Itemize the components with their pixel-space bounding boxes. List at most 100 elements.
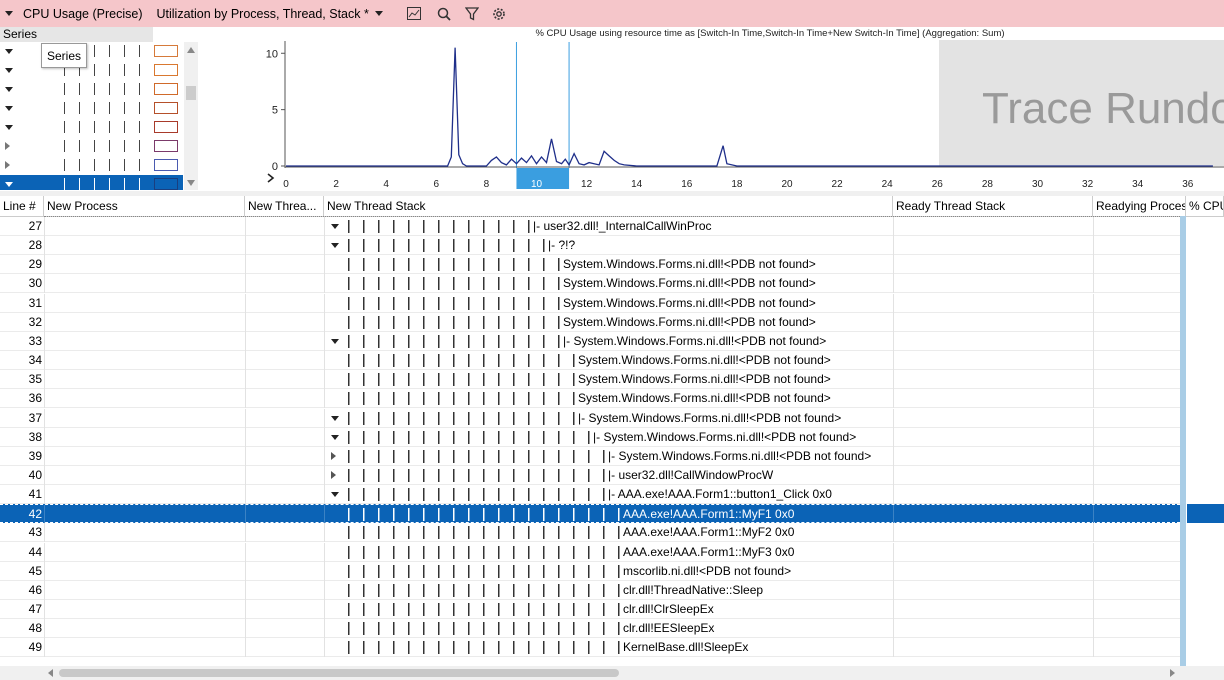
scroll-thumb[interactable] xyxy=(186,86,196,100)
series-row[interactable] xyxy=(0,156,183,175)
line-number: 38 xyxy=(28,429,42,444)
collapse-icon[interactable] xyxy=(331,338,339,344)
column-header[interactable]: Readying Proces xyxy=(1093,196,1186,216)
series-color-swatch[interactable] xyxy=(154,121,178,133)
collapse-icon[interactable] xyxy=(331,415,339,421)
collapse-icon[interactable] xyxy=(331,243,339,249)
table-row[interactable]: 49 KernelBase.dll!SleepEx xyxy=(0,638,1180,658)
settings-icon[interactable] xyxy=(490,5,508,23)
table-row[interactable]: 47 clr.dll!ClrSleepEx xyxy=(0,600,1180,619)
table-row[interactable]: 39 |- System.Windows.Forms.ni.dll!<PDB no… xyxy=(0,446,1180,466)
table-row[interactable]: 43 AAA.exe!AAA.Form1::MyF2 0x0 xyxy=(0,523,1180,543)
column-header[interactable]: New Threa... xyxy=(245,196,324,216)
series-row[interactable] xyxy=(0,99,183,118)
table-row[interactable]: 46 clr.dll!ThreadNative::Sleep xyxy=(0,580,1180,600)
column-header[interactable]: % CPU xyxy=(1186,196,1224,216)
expand-icon[interactable] xyxy=(331,470,336,479)
collapse-icon[interactable] xyxy=(5,11,13,16)
series-color-swatch[interactable] xyxy=(154,178,178,190)
filter-icon[interactable] xyxy=(463,5,481,23)
series-header[interactable]: Series xyxy=(0,27,153,42)
expand-down-icon[interactable] xyxy=(5,182,13,187)
column-header[interactable]: Line # xyxy=(0,196,44,216)
column-header[interactable]: New Process xyxy=(44,196,245,216)
series-color-swatch[interactable] xyxy=(154,159,178,171)
table-row[interactable]: 48 clr.dll!EESleepEx xyxy=(0,619,1180,639)
series-color-swatch[interactable] xyxy=(154,83,178,95)
horizontal-scrollbar[interactable] xyxy=(0,666,1224,680)
column-splitter[interactable] xyxy=(1180,216,1186,666)
selection-axis-band[interactable] xyxy=(516,168,570,189)
table-row[interactable]: 44 AAA.exe!AAA.Form1::MyF3 0x0 xyxy=(0,542,1180,562)
x-tick-label: 26 xyxy=(932,179,944,190)
table-row[interactable]: 38 |- System.Windows.Forms.ni.dll!<PDB no… xyxy=(0,427,1180,447)
series-row[interactable] xyxy=(0,80,183,99)
series-color-swatch[interactable] xyxy=(154,45,178,57)
x-tick-label: 16 xyxy=(681,179,693,190)
table-row[interactable]: 28 |- ?!? xyxy=(0,236,1180,256)
expand-down-icon[interactable] xyxy=(5,87,13,92)
scroll-down-icon[interactable] xyxy=(187,180,195,186)
y-tick-label: 0 xyxy=(272,161,278,173)
table-row[interactable]: 30 System.Windows.Forms.ni.dll!<PDB not f… xyxy=(0,274,1180,294)
expand-down-icon[interactable] xyxy=(5,49,13,54)
tree-indent-lines xyxy=(348,315,573,329)
series-color-swatch[interactable] xyxy=(154,140,178,152)
table-row[interactable]: 41 |- AAA.exe!AAA.Form1::button1_Click 0x… xyxy=(0,485,1180,505)
collapse-icon[interactable] xyxy=(331,224,339,229)
expand-right-icon[interactable] xyxy=(5,161,10,169)
expand-down-icon[interactable] xyxy=(5,125,13,130)
chart-canvas[interactable]: % CPU Usage using resource time as [Swit… xyxy=(200,27,1224,190)
x-tick-label: 2 xyxy=(333,179,339,190)
series-color-swatch[interactable] xyxy=(154,102,178,114)
series-tree-lines xyxy=(55,83,145,95)
collapse-icon[interactable] xyxy=(331,434,339,440)
x-tick-label: 12 xyxy=(581,179,593,190)
view-dropdown[interactable]: Utilization by Process, Thread, Stack * xyxy=(156,7,383,21)
tree-indent-lines xyxy=(348,220,543,233)
column-header[interactable]: New Thread Stack xyxy=(324,196,893,216)
series-row[interactable] xyxy=(0,175,183,190)
scroll-right-icon[interactable] xyxy=(1170,669,1175,677)
table-row[interactable]: 45 mscorlib.ni.dll!<PDB not found> xyxy=(0,561,1180,581)
chart-type-icon[interactable] xyxy=(405,5,423,23)
selected-row-extension xyxy=(1187,504,1224,524)
expand-down-icon[interactable] xyxy=(5,68,13,73)
table-row[interactable]: 29 System.Windows.Forms.ni.dll!<PDB not f… xyxy=(0,255,1180,275)
column-header[interactable]: Ready Thread Stack xyxy=(893,196,1093,216)
table-row[interactable]: 27 |- user32.dll!_InternalCallWinProc xyxy=(0,217,1180,236)
series-row[interactable] xyxy=(0,61,183,80)
cpu-usage-chart[interactable]: % CPU Usage using resource time as [Swit… xyxy=(200,27,1224,190)
series-row[interactable] xyxy=(0,42,183,61)
collapse-icon[interactable] xyxy=(331,492,339,498)
search-icon[interactable] xyxy=(435,5,453,23)
stack-frame-label: KernelBase.dll!SleepEx xyxy=(623,640,749,655)
table-row[interactable]: 33 |- System.Windows.Forms.ni.dll!<PDB no… xyxy=(0,331,1180,351)
hscroll-thumb[interactable] xyxy=(59,669,619,677)
table-row[interactable]: 32 System.Windows.Forms.ni.dll!<PDB not f… xyxy=(0,312,1180,332)
table-row[interactable]: 37 |- System.Windows.Forms.ni.dll!<PDB no… xyxy=(0,408,1180,428)
scroll-up-icon[interactable] xyxy=(187,47,195,53)
series-row[interactable] xyxy=(0,118,183,137)
series-row[interactable] xyxy=(0,137,183,156)
stack-frame-label: |- ?!? xyxy=(548,238,576,253)
scroll-left-icon[interactable] xyxy=(48,669,53,677)
expand-icon[interactable] xyxy=(331,451,336,460)
table-row[interactable]: 40 |- user32.dll!CallWindowProcW xyxy=(0,465,1180,485)
stack-frame-label: mscorlib.ni.dll!<PDB not found> xyxy=(623,563,792,578)
series-color-swatch[interactable] xyxy=(154,64,178,76)
line-number: 45 xyxy=(28,563,42,578)
table-row[interactable]: 42 AAA.exe!AAA.Form1::MyF1 0x0 xyxy=(0,504,1180,525)
scroll-left-chevron-icon[interactable] xyxy=(267,173,275,183)
line-number: 27 xyxy=(28,219,42,233)
preset-dropdown[interactable]: CPU Usage (Precise) xyxy=(5,7,142,21)
series-tree-lines xyxy=(55,159,145,171)
expand-right-icon[interactable] xyxy=(5,142,10,150)
expand-down-icon[interactable] xyxy=(5,106,13,111)
table-row[interactable]: 35 System.Windows.Forms.ni.dll!<PDB not f… xyxy=(0,370,1180,390)
series-scrollbar[interactable] xyxy=(184,42,198,190)
table-row[interactable]: 34 System.Windows.Forms.ni.dll!<PDB not f… xyxy=(0,351,1180,371)
table-row[interactable]: 36 System.Windows.Forms.ni.dll!<PDB not f… xyxy=(0,389,1180,409)
table-row[interactable]: 31 System.Windows.Forms.ni.dll!<PDB not f… xyxy=(0,293,1180,313)
line-number: 47 xyxy=(28,602,42,616)
